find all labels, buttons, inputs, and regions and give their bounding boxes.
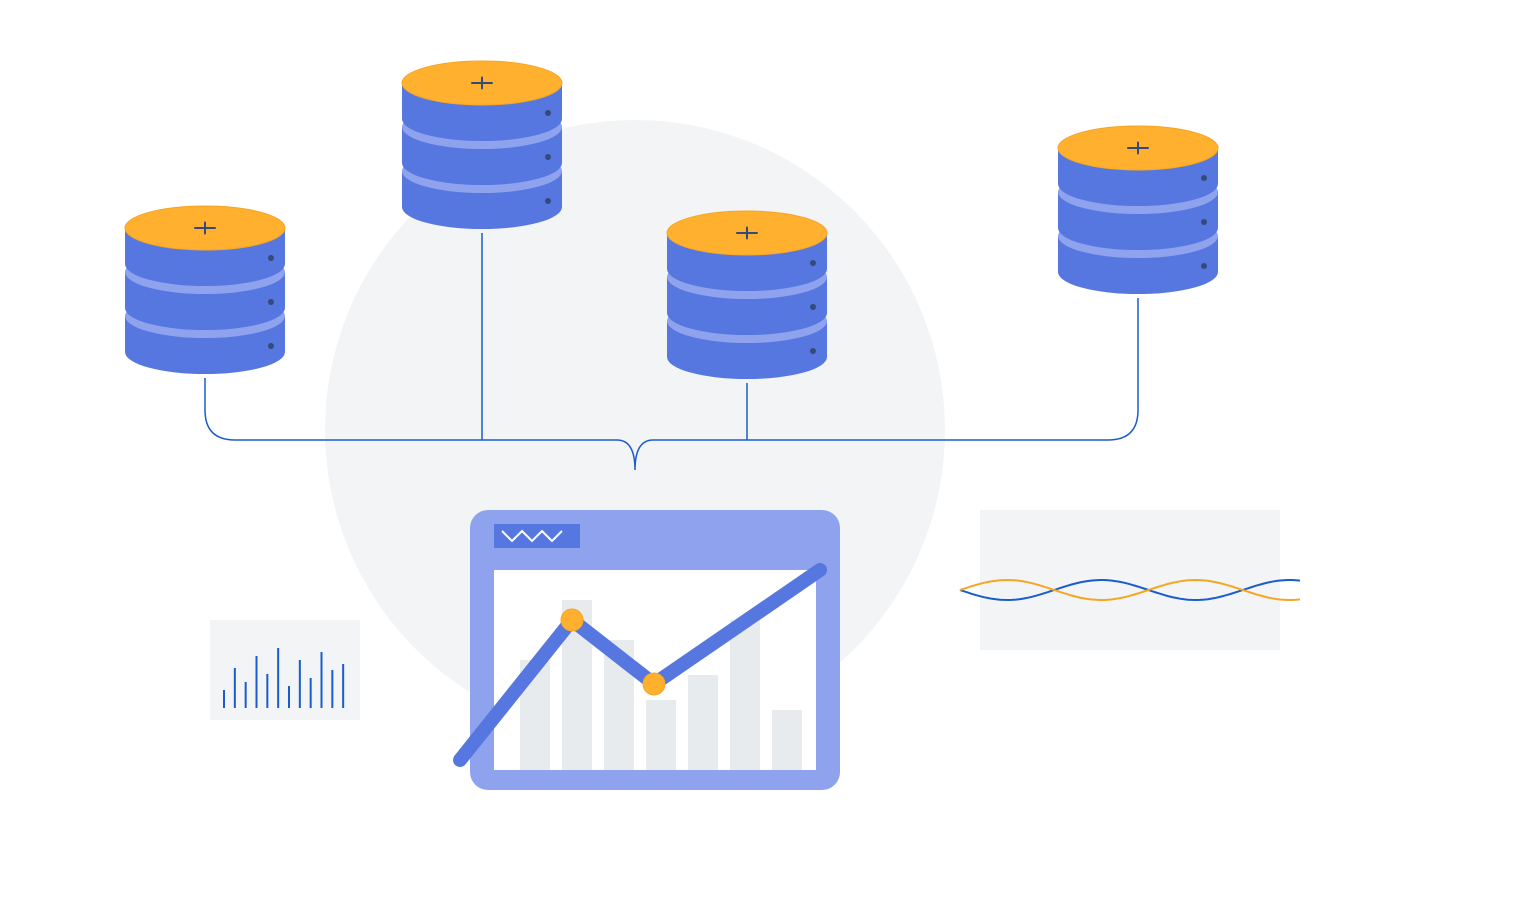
mini-bars-panel bbox=[210, 620, 360, 720]
db-indicator-dot bbox=[545, 198, 551, 204]
dashboard-window bbox=[460, 510, 840, 790]
database-cylinder-3 bbox=[667, 211, 827, 379]
db-indicator-dot bbox=[545, 110, 551, 116]
db-indicator-dot bbox=[268, 343, 274, 349]
db-indicator-dot bbox=[1201, 263, 1207, 269]
db-indicator-dot bbox=[810, 304, 816, 310]
db-indicator-dot bbox=[545, 154, 551, 160]
database-cylinder-2 bbox=[402, 61, 562, 229]
db-indicator-dot bbox=[1201, 219, 1207, 225]
dashboard-bar bbox=[730, 620, 760, 770]
db-indicator-dot bbox=[810, 260, 816, 266]
db-indicator-dot bbox=[810, 348, 816, 354]
dashboard-bar bbox=[688, 675, 718, 770]
db-indicator-dot bbox=[1201, 175, 1207, 181]
dashboard-bar bbox=[772, 710, 802, 770]
dashboard-data-point bbox=[561, 609, 583, 631]
diagram-canvas bbox=[0, 0, 1540, 920]
db-indicator-dot bbox=[268, 255, 274, 261]
dashboard-bar bbox=[646, 700, 676, 770]
database-cylinder-1 bbox=[125, 206, 285, 374]
wave-panel bbox=[980, 510, 1280, 650]
database-cylinder-4 bbox=[1058, 126, 1218, 294]
dashboard-data-point bbox=[643, 673, 665, 695]
db-indicator-dot bbox=[268, 299, 274, 305]
